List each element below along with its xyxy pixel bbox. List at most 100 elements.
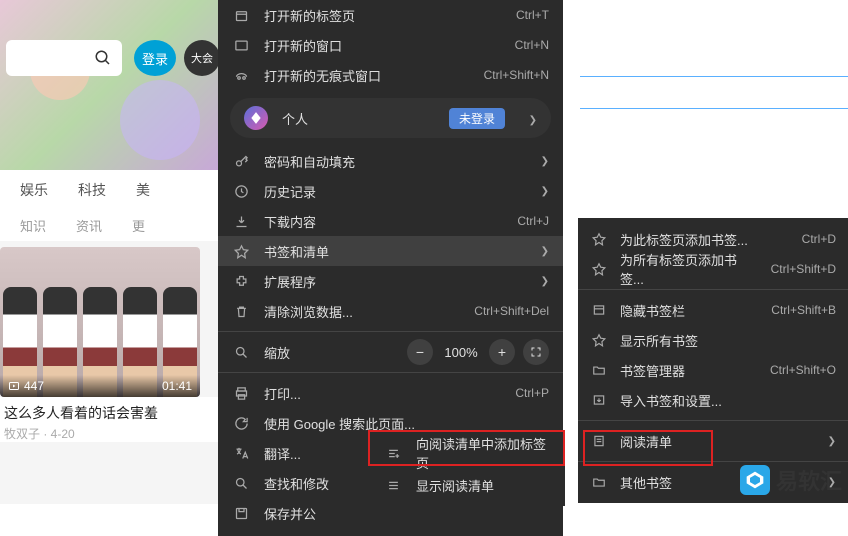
download-icon xyxy=(232,212,250,230)
chevron-right-icon: ❯ xyxy=(541,156,549,167)
submenu-import[interactable]: 导入书签和设置... xyxy=(578,385,848,415)
menu-label: 历史记录 xyxy=(264,182,527,201)
zoom-icon xyxy=(232,343,250,361)
brand-logo: 易软汇 xyxy=(740,464,842,496)
find-icon xyxy=(232,474,250,492)
new-window-icon xyxy=(232,36,250,54)
list-icon xyxy=(590,432,608,450)
menu-label: 打印... xyxy=(264,384,501,403)
video-duration: 01:41 xyxy=(162,379,192,393)
tab-news[interactable]: 资讯 xyxy=(76,216,102,235)
menu-new-window[interactable]: 打开新的窗口 Ctrl+N xyxy=(218,30,563,60)
menu-profile[interactable]: 个人 未登录 ❯ xyxy=(230,98,551,138)
fullscreen-button[interactable] xyxy=(523,339,549,365)
menu-label: 书签和清单 xyxy=(264,242,527,261)
tab-tech[interactable]: 科技 xyxy=(78,180,106,200)
play-count: 447 xyxy=(8,379,44,393)
submenu-reading-list[interactable]: 阅读清单 ❯ xyxy=(578,426,848,456)
shortcut: Ctrl+Shift+Del xyxy=(474,304,549,318)
shortcut: Ctrl+Shift+B xyxy=(771,303,836,317)
menu-label: 为此标签页添加书签... xyxy=(620,230,790,249)
tab-entertainment[interactable]: 娱乐 xyxy=(20,180,48,200)
save-icon xyxy=(232,504,250,522)
menu-bookmarks[interactable]: 书签和清单 ❯ xyxy=(218,236,563,266)
shortcut: Ctrl+Shift+N xyxy=(484,68,549,82)
submenu-show-all[interactable]: 显示所有书签 xyxy=(578,325,848,355)
menu-incognito[interactable]: 打开新的无痕式窗口 Ctrl+Shift+N xyxy=(218,60,563,90)
print-icon xyxy=(232,384,250,402)
menu-label: 书签管理器 xyxy=(620,361,758,380)
list-icon xyxy=(384,476,402,494)
submenu-add-to-reading-list[interactable]: 向阅读清单中添加标签页 xyxy=(370,437,565,469)
menu-passwords[interactable]: 密码和自动填充 ❯ xyxy=(218,146,563,176)
bookmarks-submenu: 为此标签页添加书签... Ctrl+D 为所有标签页添加书签... Ctrl+S… xyxy=(578,218,848,503)
chevron-right-icon: ❯ xyxy=(828,436,836,447)
menu-label: 下载内容 xyxy=(264,212,503,231)
menu-label: 扩展程序 xyxy=(264,272,527,291)
menu-print[interactable]: 打印... Ctrl+P xyxy=(218,378,563,408)
tab-knowledge[interactable]: 知识 xyxy=(20,216,46,235)
menu-extensions[interactable]: 扩展程序 ❯ xyxy=(218,266,563,296)
tab-beauty[interactable]: 美 xyxy=(136,180,150,200)
menu-zoom: 缩放 − 100% + xyxy=(218,337,563,367)
menu-label: 向阅读清单中添加标签页 xyxy=(416,434,551,472)
vip-badge[interactable]: 大会 xyxy=(184,40,220,76)
submenu-show-reading-list[interactable]: 显示阅读清单 xyxy=(370,469,565,501)
star-icon xyxy=(590,260,608,278)
shortcut: Ctrl+J xyxy=(517,214,549,228)
menu-downloads[interactable]: 下载内容 Ctrl+J xyxy=(218,206,563,236)
star-icon xyxy=(232,242,250,260)
menu-separator xyxy=(218,331,563,332)
menu-history[interactable]: 历史记录 ❯ xyxy=(218,176,563,206)
list-add-icon xyxy=(384,444,402,462)
history-icon xyxy=(232,182,250,200)
video-title[interactable]: 这么多人看着的话会害羞 xyxy=(0,397,220,425)
menu-label: 为所有标签页添加书签... xyxy=(620,250,759,288)
star-icon xyxy=(590,230,608,248)
tab-more[interactable]: 更 xyxy=(132,216,145,235)
translate-icon xyxy=(232,444,250,462)
submenu-bookmark-all[interactable]: 为所有标签页添加书签... Ctrl+Shift+D xyxy=(578,254,848,284)
menu-separator xyxy=(578,420,848,421)
shortcut: Ctrl+P xyxy=(515,386,549,400)
chevron-right-icon: ❯ xyxy=(541,276,549,287)
menu-clear-data[interactable]: 清除浏览数据... Ctrl+Shift+Del xyxy=(218,296,563,326)
submenu-manager[interactable]: 书签管理器 Ctrl+Shift+O xyxy=(578,355,848,385)
menu-label: 使用 Google 搜索此页面... xyxy=(264,414,549,433)
play-icon xyxy=(8,380,20,392)
menu-label: 阅读清单 xyxy=(620,432,816,451)
website-background: 登录 大会 娱乐 科技 美 知识 资讯 更 447 01:41 这么多人看着的话… xyxy=(0,0,220,504)
search-input[interactable] xyxy=(6,40,122,76)
google-icon xyxy=(232,414,250,432)
zoom-out-button[interactable]: − xyxy=(407,339,433,365)
menu-label: 导入书签和设置... xyxy=(620,391,836,410)
not-logged-badge: 未登录 xyxy=(449,108,505,129)
shortcut: Ctrl+N xyxy=(515,38,549,52)
primary-tabs: 娱乐 科技 美 xyxy=(0,170,220,210)
divider-line xyxy=(580,76,848,77)
submenu-hide-bar[interactable]: 隐藏书签栏 Ctrl+Shift+B xyxy=(578,295,848,325)
shortcut: Ctrl+Shift+O xyxy=(770,363,836,377)
brand-text: 易软汇 xyxy=(776,464,842,496)
login-button[interactable]: 登录 xyxy=(134,40,176,76)
video-thumbnail[interactable]: 447 01:41 xyxy=(0,247,200,397)
key-icon xyxy=(232,152,250,170)
trash-icon xyxy=(232,302,250,320)
brand-icon xyxy=(740,465,770,495)
menu-label: 个人 xyxy=(282,109,435,128)
chevron-right-icon: ❯ xyxy=(541,246,549,257)
menu-label: 打开新的无痕式窗口 xyxy=(264,66,470,85)
menu-label: 保存并公 xyxy=(264,504,549,523)
menu-label: 清除浏览数据... xyxy=(264,302,460,321)
menu-label: 打开新的标签页 xyxy=(264,6,502,25)
bookmark-bar-icon xyxy=(590,301,608,319)
avatar-icon xyxy=(244,106,268,130)
menu-new-tab[interactable]: 打开新的标签页 Ctrl+T xyxy=(218,0,563,30)
menu-label: 打开新的窗口 xyxy=(264,36,501,55)
menu-label: 显示阅读清单 xyxy=(416,476,551,495)
new-tab-icon xyxy=(232,6,250,24)
zoom-in-button[interactable]: + xyxy=(489,339,515,365)
zoom-percent: 100% xyxy=(441,345,481,360)
star-icon xyxy=(590,331,608,349)
hero-banner: 登录 大会 xyxy=(0,0,220,170)
